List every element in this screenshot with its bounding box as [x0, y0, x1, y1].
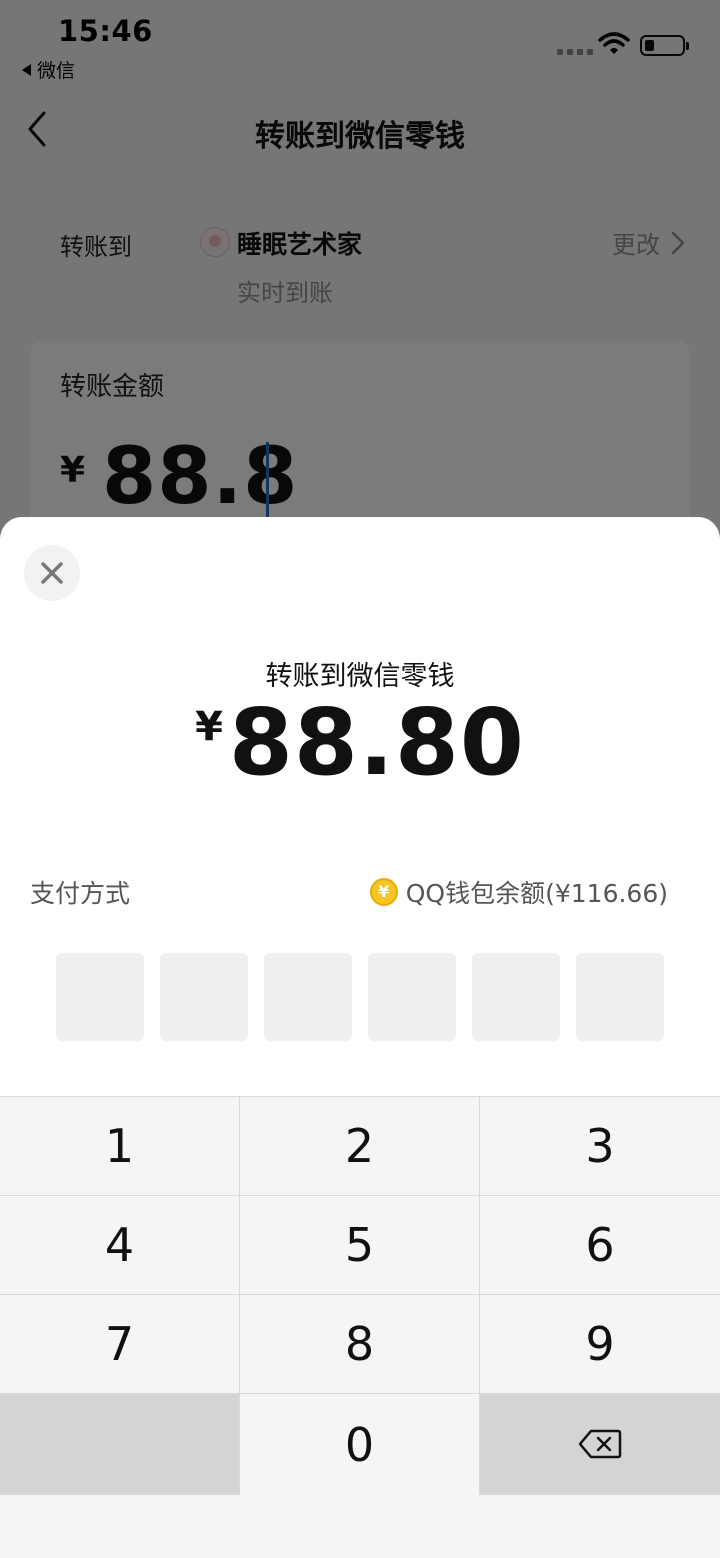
key-4[interactable]: 4	[0, 1196, 240, 1295]
key-3[interactable]: 3	[480, 1097, 720, 1196]
key-0[interactable]: 0	[240, 1394, 480, 1495]
payment-sheet: 转账到微信零钱 ¥88.80 支付方式 QQ钱包余额(¥116.66) 1 2 …	[0, 517, 720, 1558]
payment-method-value: QQ钱包余额(¥116.66)	[405, 879, 668, 908]
pin-box	[264, 953, 352, 1041]
key-7[interactable]: 7	[0, 1295, 240, 1394]
coin-icon	[369, 878, 398, 906]
close-icon	[41, 562, 63, 584]
payment-method-label: 支付方式	[30, 879, 131, 908]
pin-box	[472, 953, 560, 1041]
close-button[interactable]	[24, 545, 80, 601]
payment-method-selector[interactable]: QQ钱包余额(¥116.66)	[369, 874, 668, 910]
sheet-title: 转账到微信零钱	[265, 661, 455, 692]
key-9[interactable]: 9	[480, 1295, 720, 1394]
pin-box	[160, 953, 248, 1041]
backspace-icon	[578, 1429, 622, 1459]
pin-box	[368, 953, 456, 1041]
sheet-currency: ¥	[195, 704, 223, 750]
pin-input[interactable]	[56, 953, 664, 1041]
keypad-bottom-area	[0, 1495, 720, 1558]
key-2[interactable]: 2	[240, 1097, 480, 1196]
numeric-keypad: 1 2 3 4 5 6 7 8 9 0	[0, 1096, 720, 1558]
backspace-key[interactable]	[480, 1394, 720, 1495]
pin-box	[576, 953, 664, 1041]
key-1[interactable]: 1	[0, 1097, 240, 1196]
sheet-amount: ¥88.80	[0, 689, 720, 796]
key-5[interactable]: 5	[240, 1196, 480, 1295]
sheet-amount-value: 88.80	[228, 689, 525, 796]
key-8[interactable]: 8	[240, 1295, 480, 1394]
key-blank	[0, 1394, 240, 1495]
pin-box	[56, 953, 144, 1041]
key-6[interactable]: 6	[480, 1196, 720, 1295]
